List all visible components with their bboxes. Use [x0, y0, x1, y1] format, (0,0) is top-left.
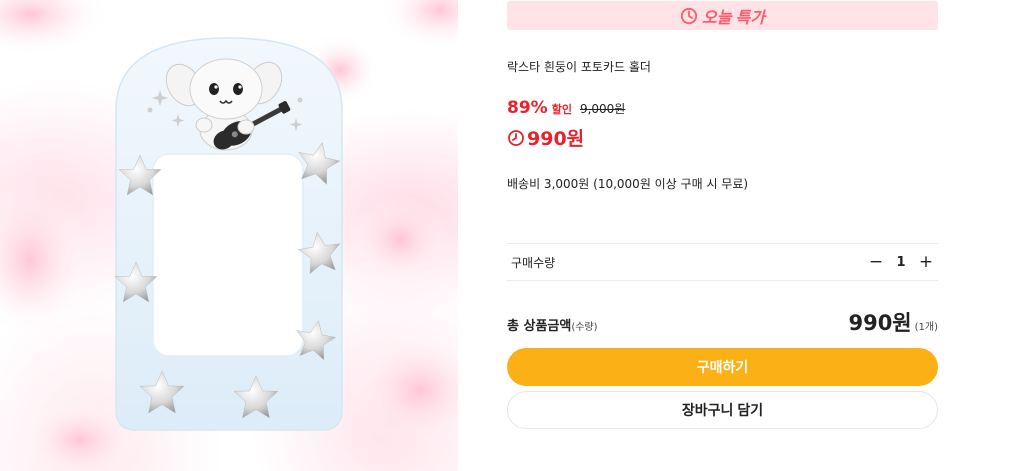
sale-price: 990원 [527, 128, 585, 150]
photocard-holder-illustration [0, 0, 458, 471]
discount-label: 할인 [551, 103, 572, 116]
original-price: 9,000원 [579, 102, 626, 116]
discount-row: 89% 할인 9,000원 [507, 98, 625, 118]
sale-price-row: 990원 [507, 124, 584, 151]
product-details: 오늘 특가 락스타 흰둥이 포토카드 홀더 89% 할인 9,000원 990원 … [507, 0, 938, 471]
product-image [0, 0, 458, 471]
clock-icon [680, 7, 698, 24]
quantity-label: 구매수량 [511, 255, 556, 270]
total-amount-group: 990원 (1개) [848, 307, 938, 337]
timer-clock-icon [508, 129, 524, 146]
total-label-sub: (수량) [571, 322, 598, 333]
buy-button[interactable]: 구매하기 [507, 348, 938, 386]
total-count: (1개) [914, 322, 938, 333]
quantity-stepper: − 1 + [868, 253, 934, 270]
quantity-plus-button[interactable]: + [918, 253, 934, 270]
product-name: 락스타 흰둥이 포토카드 홀더 [507, 60, 651, 74]
deal-banner-today: 오늘 [702, 7, 732, 27]
quantity-value: 1 [896, 254, 906, 270]
total-label: 총 상품금액(수량) [507, 315, 598, 334]
shipping-info: 배송비 3,000원 (10,000원 이상 구매 시 무료) [507, 177, 749, 191]
total-label-text: 총 상품금액 [507, 319, 572, 334]
quantity-row: 구매수량 − 1 + [507, 243, 938, 281]
today-deal-banner: 오늘 특가 [507, 1, 938, 30]
deal-banner-special: 특가 [735, 7, 765, 27]
discount-percent: 89% [507, 98, 548, 118]
add-to-cart-button[interactable]: 장바구니 담기 [507, 391, 938, 429]
quantity-minus-button[interactable]: − [868, 253, 884, 270]
total-amount: 990원 [848, 311, 912, 335]
total-price-row: 총 상품금액(수량) 990원 (1개) [507, 307, 938, 337]
